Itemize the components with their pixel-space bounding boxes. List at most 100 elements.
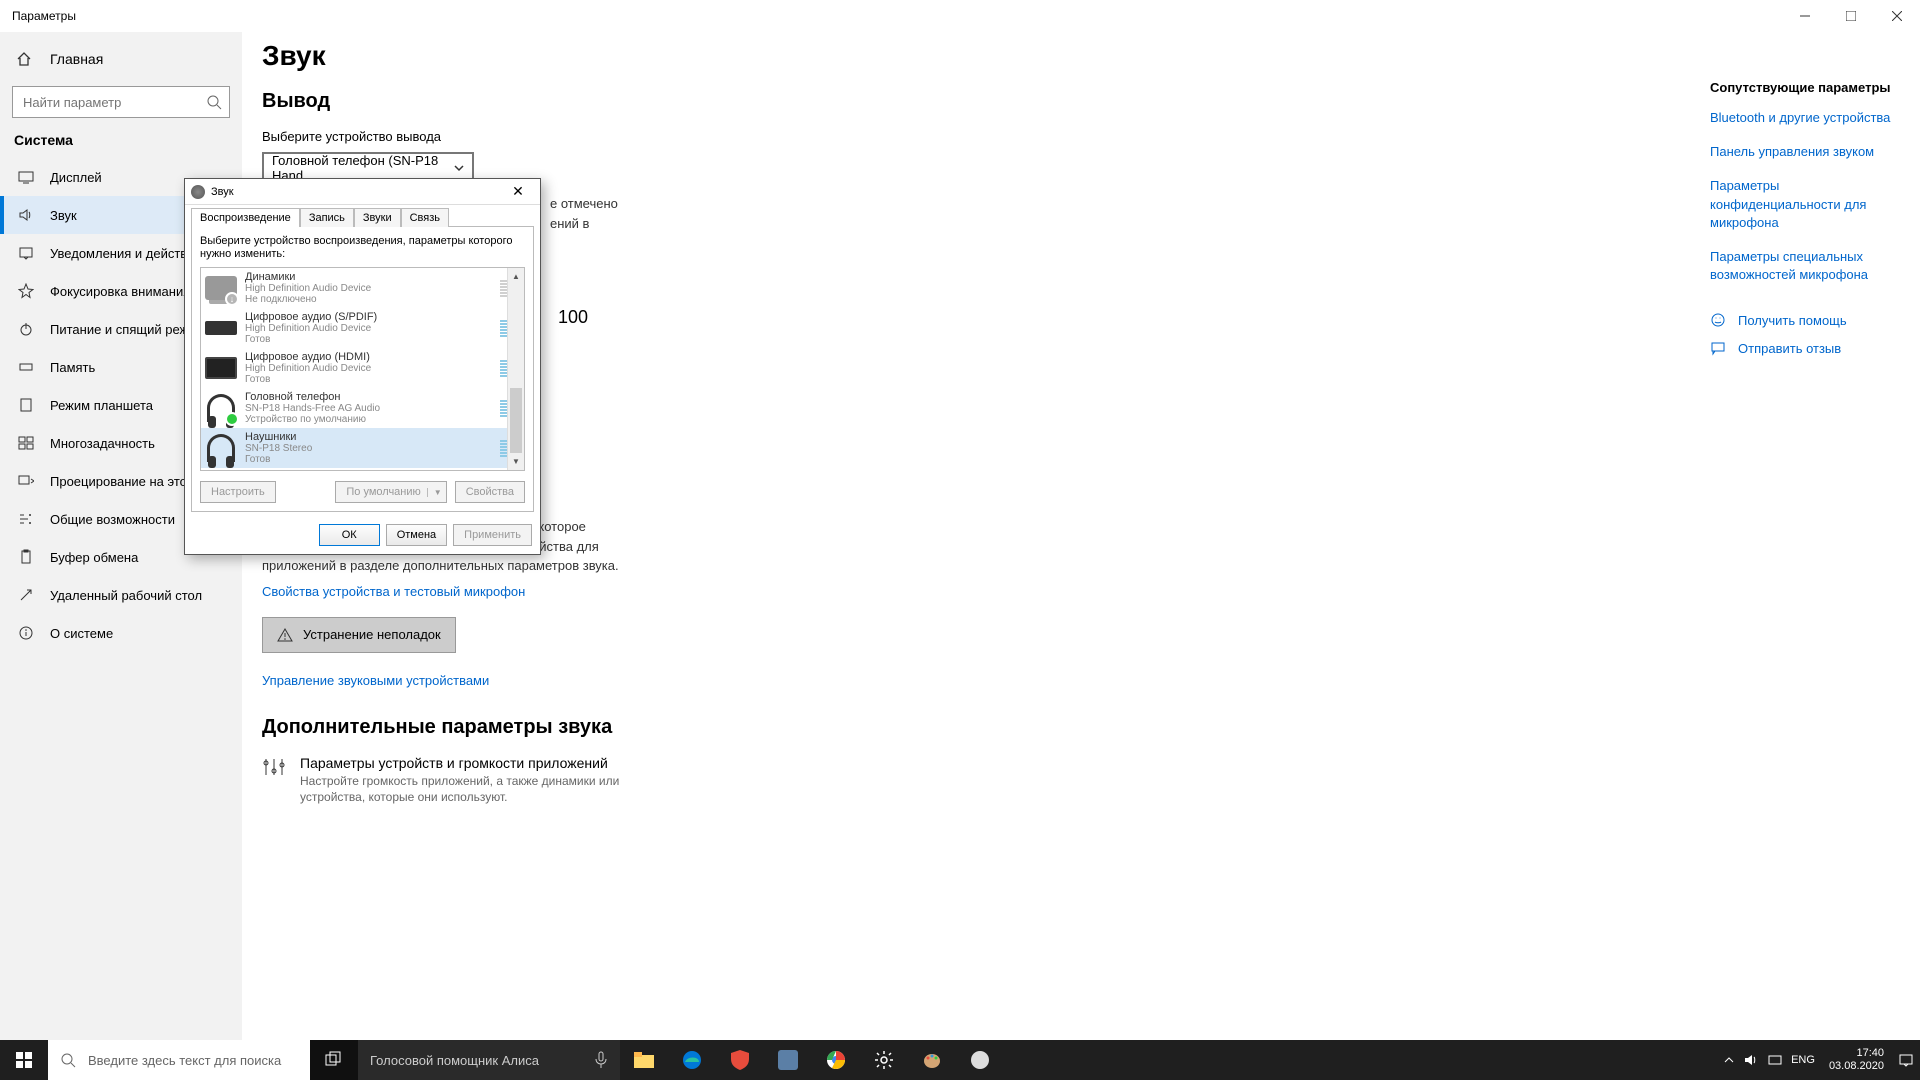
tray-expand-icon[interactable] xyxy=(1723,1054,1735,1066)
tab-recording[interactable]: Запись xyxy=(300,208,354,227)
storage-icon xyxy=(16,359,36,375)
home-label: Главная xyxy=(50,51,103,67)
volume-value: 100 xyxy=(558,307,588,328)
app-generic2[interactable] xyxy=(956,1040,1004,1080)
headset-icon xyxy=(205,392,237,424)
chevron-down-icon xyxy=(454,163,464,173)
app-edge[interactable] xyxy=(668,1040,716,1080)
scroll-up-button[interactable]: ▲ xyxy=(508,268,524,285)
tray-notifications-icon[interactable] xyxy=(1898,1052,1914,1068)
category-title: Система xyxy=(0,132,242,158)
app-shield[interactable] xyxy=(716,1040,764,1080)
app-explorer[interactable] xyxy=(620,1040,668,1080)
app-paint[interactable] xyxy=(908,1040,956,1080)
minimize-button[interactable] xyxy=(1782,0,1828,32)
dialog-hint: Выберите устройство воспроизведения, пар… xyxy=(200,235,525,261)
monitor-icon xyxy=(205,352,237,384)
taskbar: Введите здесь текст для поиска Голосовой… xyxy=(0,1040,1920,1080)
help-icon xyxy=(1710,312,1726,328)
device-hdmi[interactable]: Цифровое аудио (HDMI)High Definition Aud… xyxy=(201,348,524,388)
scroll-down-button[interactable]: ▼ xyxy=(508,453,524,470)
tab-sounds[interactable]: Звуки xyxy=(354,208,401,227)
dialog-close-button[interactable]: ✕ xyxy=(502,183,534,200)
start-button[interactable] xyxy=(0,1040,48,1080)
send-feedback[interactable]: Отправить отзыв xyxy=(1710,340,1904,356)
headphones-icon xyxy=(205,432,237,464)
search-icon xyxy=(206,94,222,110)
notifications-icon xyxy=(16,245,36,261)
search-input[interactable] xyxy=(12,86,230,118)
focus-icon xyxy=(16,283,36,299)
power-icon xyxy=(16,321,36,337)
spdif-icon xyxy=(205,312,237,344)
page-title: Звук xyxy=(262,40,1686,72)
sound-icon xyxy=(16,207,36,223)
window-title: Параметры xyxy=(12,9,76,23)
clipboard-icon xyxy=(16,549,36,565)
cancel-button[interactable]: Отмена xyxy=(386,524,447,546)
link-mic-ease[interactable]: Параметры специальных возможностей микро… xyxy=(1710,248,1904,284)
tray-clock[interactable]: 17:40 03.08.2020 xyxy=(1823,1047,1890,1073)
apply-button[interactable]: Применить xyxy=(453,524,532,546)
tab-playback[interactable]: Воспроизведение xyxy=(191,208,300,227)
maximize-button[interactable] xyxy=(1828,0,1874,32)
link-device-test[interactable]: Свойства устройства и тестовый микрофон xyxy=(262,584,1686,599)
titlebar: Параметры xyxy=(0,0,1920,32)
output-heading: Вывод xyxy=(262,90,1686,113)
home-button[interactable]: Главная xyxy=(0,40,242,78)
partial-text: е отмеченоений в xyxy=(550,194,1686,233)
device-list[interactable]: ↓ ДинамикиHigh Definition Audio DeviceНе… xyxy=(200,267,525,471)
tablet-icon xyxy=(16,397,36,413)
feedback-icon xyxy=(1710,340,1726,356)
link-manage-devices[interactable]: Управление звуковыми устройствами xyxy=(262,673,1686,688)
tray-network-icon[interactable] xyxy=(1767,1052,1783,1068)
get-help[interactable]: Получить помощь xyxy=(1710,312,1904,328)
dialog-title-text: Звук xyxy=(211,186,234,198)
sliders-icon xyxy=(262,755,286,779)
device-spdif[interactable]: Цифровое аудио (S/PDIF)High Definition A… xyxy=(201,308,524,348)
app-volume-option[interactable]: Параметры устройств и громкости приложен… xyxy=(262,755,1686,807)
dialog-titlebar[interactable]: Звук ✕ xyxy=(185,179,540,205)
tab-communications[interactable]: Связь xyxy=(401,208,449,227)
search-icon xyxy=(60,1052,76,1068)
scrollbar[interactable]: ▲ ▼ xyxy=(507,268,524,470)
microphone-icon xyxy=(594,1051,608,1069)
close-button[interactable] xyxy=(1874,0,1920,32)
properties-button[interactable]: Свойства xyxy=(455,481,525,503)
display-icon xyxy=(16,169,36,185)
ok-button[interactable]: ОК xyxy=(319,524,380,546)
device-speakers[interactable]: ↓ ДинамикиHigh Definition Audio DeviceНе… xyxy=(201,268,524,308)
alice-assistant[interactable]: Голосовой помощник Алиса xyxy=(358,1040,620,1080)
configure-button[interactable]: Настроить xyxy=(200,481,276,503)
task-view-button[interactable] xyxy=(310,1040,358,1080)
search-settings[interactable] xyxy=(12,86,230,118)
default-badge-icon xyxy=(225,412,239,426)
nav-remote[interactable]: Удаленный рабочий стол xyxy=(0,576,242,614)
about-icon xyxy=(16,625,36,641)
remote-icon xyxy=(16,587,36,603)
app-chrome[interactable] xyxy=(812,1040,860,1080)
app-generic1[interactable] xyxy=(764,1040,812,1080)
troubleshoot-button[interactable]: Устранение неполадок xyxy=(262,617,456,653)
related-heading: Сопутствующие параметры xyxy=(1710,80,1904,95)
link-sound-cp[interactable]: Панель управления звуком xyxy=(1710,143,1904,161)
tray-volume-icon[interactable] xyxy=(1743,1052,1759,1068)
set-default-button[interactable]: По умолчанию▼ xyxy=(335,481,446,503)
related-panel: Сопутствующие параметры Bluetooth и друг… xyxy=(1710,32,1920,1040)
device-headset[interactable]: Головной телефонSN-P18 Hands-Free AG Aud… xyxy=(201,388,524,428)
tray-lang[interactable]: ENG xyxy=(1791,1054,1815,1066)
app-settings[interactable] xyxy=(860,1040,908,1080)
shared-icon xyxy=(16,511,36,527)
link-bluetooth[interactable]: Bluetooth и другие устройства xyxy=(1710,109,1904,127)
chevron-down-icon: ▼ xyxy=(427,488,442,497)
sound-dialog: Звук ✕ Воспроизведение Запись Звуки Связ… xyxy=(184,178,541,555)
nav-about[interactable]: О системе xyxy=(0,614,242,652)
link-mic-privacy[interactable]: Параметры конфиденциальности для микрофо… xyxy=(1710,177,1904,232)
multitask-icon xyxy=(16,435,36,451)
device-headphones[interactable]: НаушникиSN-P18 StereoГотов xyxy=(201,428,524,468)
scroll-thumb[interactable] xyxy=(510,388,522,458)
home-icon xyxy=(16,51,36,67)
disconnected-badge-icon: ↓ xyxy=(225,292,239,306)
projecting-icon xyxy=(16,473,36,489)
taskbar-search[interactable]: Введите здесь текст для поиска xyxy=(48,1040,310,1080)
